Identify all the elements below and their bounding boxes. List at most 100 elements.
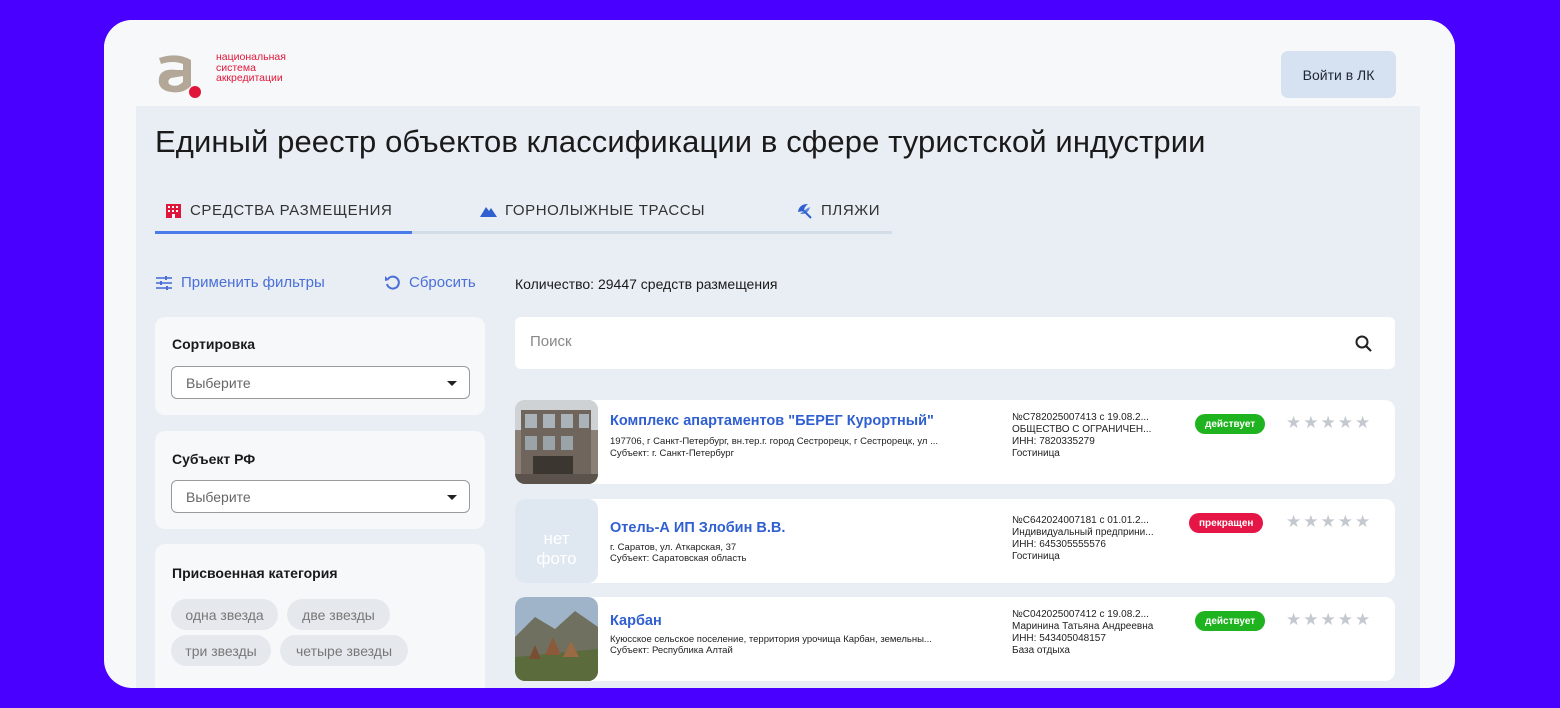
tab-label: ГОРНОЛЫЖНЫЕ ТРАССЫ (505, 202, 706, 219)
star-icon: ★ (1320, 512, 1336, 531)
status-badge: действует (1195, 611, 1266, 631)
region-panel: Субъект РФ Выберите (155, 431, 485, 529)
star-icon: ★ (1337, 512, 1353, 531)
top-bar: национальная система аккредитации Войти … (104, 20, 1455, 106)
status-badge: действует (1195, 414, 1266, 434)
category-chip[interactable]: две звезды (287, 599, 390, 630)
logo-line: национальная (216, 51, 286, 63)
logo-line: аккредитации (216, 72, 283, 84)
property-subject: Субъект: Республика Алтай (610, 645, 733, 656)
accreditation-logo-icon (158, 55, 201, 98)
chevron-down-icon (447, 381, 457, 386)
category-panel: Присвоенная категория одна звезда две зв… (155, 544, 485, 688)
search-icon[interactable] (1355, 335, 1373, 353)
property-type: База отдыха (1012, 645, 1070, 656)
sort-title: Сортировка (172, 336, 255, 352)
login-button[interactable]: Войти в ЛК (1281, 51, 1396, 98)
property-name[interactable]: Комплекс апартаментов "БЕРЕГ Курортный" (610, 413, 934, 429)
star-icon: ★ (1303, 610, 1319, 629)
star-rating: ★ ★ ★ ★ ★ (1286, 611, 1370, 628)
category-chip[interactable]: четыре звезды (280, 635, 408, 666)
star-icon: ★ (1337, 413, 1353, 432)
page-title: Единый реестр объектов классификации в с… (155, 124, 1206, 159)
logo[interactable]: национальная система аккредитации (153, 50, 313, 100)
organization: Индивидуальный предприни... (1012, 527, 1154, 538)
star-icon: ★ (1303, 413, 1319, 432)
sort-select[interactable]: Выберите (171, 366, 470, 399)
category-title: Присвоенная категория (172, 565, 338, 581)
registration-number: №С042025007412 с 19.08.2... (1012, 609, 1149, 620)
property-subject: Субъект: г. Санкт-Петербург (610, 448, 735, 459)
inn: ИНН: 543405048157 (1012, 633, 1106, 644)
main-content: Единый реестр объектов классификации в с… (136, 106, 1420, 688)
category-chip[interactable]: три звезды (171, 635, 271, 666)
star-icon: ★ (1320, 413, 1336, 432)
active-tab-indicator (155, 231, 412, 234)
star-icon: ★ (1286, 512, 1302, 531)
chevron-down-icon (447, 495, 457, 500)
no-photo-line: нет (543, 529, 570, 548)
property-name[interactable]: Карбан (610, 613, 662, 629)
search-input[interactable] (530, 333, 1310, 350)
inn: ИНН: 7820335279 (1012, 436, 1095, 447)
tab-accommodation[interactable]: СРЕДСТВА РАЗМЕЩЕНИЯ (165, 202, 393, 234)
result-card[interactable]: Карбан Куюсское сельское поселение, терр… (515, 597, 1395, 681)
tab-bar: СРЕДСТВА РАЗМЕЩЕНИЯ ГОРНОЛЫЖНЫЕ ТРАССЫ П… (155, 202, 892, 234)
region-select[interactable]: Выберите (171, 480, 470, 513)
property-address: 197706, г Санкт-Петербург, вн.тер.г. гор… (610, 436, 939, 447)
property-type: Гостиница (1012, 448, 1060, 459)
sort-panel: Сортировка Выберите (155, 317, 485, 415)
reset-icon (385, 275, 400, 290)
tab-ski-slopes[interactable]: ГОРНОЛЫЖНЫЕ ТРАССЫ (480, 202, 705, 234)
no-photo-placeholder: нет фото (515, 499, 598, 583)
star-icon: ★ (1286, 413, 1302, 432)
star-icon: ★ (1355, 413, 1371, 432)
property-subject: Субъект: Саратовская область (610, 553, 747, 564)
star-rating: ★ ★ ★ ★ ★ (1286, 513, 1370, 530)
property-type: Гостиница (1012, 551, 1060, 562)
reset-button[interactable]: Сбросить (384, 274, 476, 291)
results-count: Количество: 29447 средств размещения (515, 276, 778, 292)
property-photo (515, 400, 598, 484)
building-icon (166, 204, 181, 218)
region-select-value: Выберите (186, 489, 251, 505)
property-address: Куюсское сельское поселение, территория … (610, 634, 932, 645)
organization: Маринина Татьяна Андреевна (1012, 621, 1154, 632)
star-icon: ★ (1355, 512, 1371, 531)
app-window: национальная система аккредитации Войти … (104, 20, 1455, 688)
sort-select-value: Выберите (186, 375, 251, 391)
tab-label: СРЕДСТВА РАЗМЕЩЕНИЯ (190, 202, 393, 219)
building-photo (515, 400, 598, 484)
sliders-icon (156, 275, 172, 290)
property-photo (515, 597, 598, 681)
star-icon: ★ (1355, 610, 1371, 629)
mountain-icon (480, 207, 497, 217)
no-photo-text: нет фото (515, 529, 598, 569)
property-name[interactable]: Отель-А ИП Злобин В.В. (610, 520, 785, 536)
tab-beaches[interactable]: ПЛЯЖИ (796, 202, 880, 234)
property-address: г. Саратов, ул. Аткарская, 37 (610, 542, 737, 553)
star-icon: ★ (1320, 610, 1336, 629)
organization: ОБЩЕСТВО С ОГРАНИЧЕН... (1012, 424, 1152, 435)
tab-label: ПЛЯЖИ (821, 202, 881, 219)
umbrella-icon (798, 204, 812, 219)
star-icon: ★ (1337, 610, 1353, 629)
star-rating: ★ ★ ★ ★ ★ (1286, 414, 1370, 431)
region-title: Субъект РФ (172, 451, 256, 467)
status-badge: прекращен (1189, 513, 1264, 533)
reset-label: Сбросить (409, 274, 476, 291)
category-chip[interactable]: одна звезда (171, 599, 278, 630)
star-icon: ★ (1303, 512, 1319, 531)
registration-number: №С782025007413 с 19.08.2... (1012, 412, 1149, 423)
apply-filters-label: Применить фильтры (181, 274, 325, 291)
inn: ИНН: 645305555576 (1012, 539, 1106, 550)
result-card[interactable]: нет фото Отель-А ИП Злобин В.В. г. Сарат… (515, 499, 1395, 583)
search-bar (515, 317, 1395, 369)
logo-text: национальная система аккредитации (216, 52, 286, 84)
registration-number: №С642024007181 с 01.01.2... (1012, 515, 1149, 526)
apply-filters-button[interactable]: Применить фильтры (155, 274, 325, 291)
star-icon: ★ (1286, 610, 1302, 629)
no-photo-line: фото (536, 549, 577, 568)
result-card[interactable]: Комплекс апартаментов "БЕРЕГ Курортный" … (515, 400, 1395, 484)
landscape-photo (515, 597, 598, 681)
